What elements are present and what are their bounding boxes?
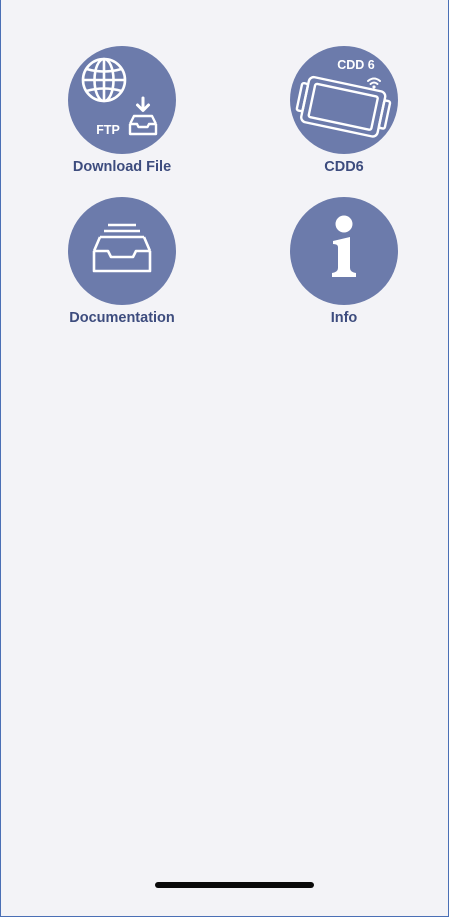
info-tile[interactable]: Info bbox=[274, 197, 414, 326]
documentation-tile[interactable]: Documentation bbox=[52, 197, 192, 326]
documentation-label: Documentation bbox=[69, 310, 175, 326]
info-label: Info bbox=[330, 310, 358, 326]
ftp-text: FTP bbox=[96, 123, 120, 137]
download-file-label: Download File bbox=[72, 159, 172, 175]
cdd6-label: CDD6 bbox=[324, 159, 364, 175]
cdd6-tile[interactable]: CDD 6 CDD6 bbox=[274, 46, 414, 175]
cdd6-icon-text: CDD 6 bbox=[337, 58, 375, 72]
cdd6-device-icon: CDD 6 bbox=[295, 58, 392, 138]
info-icon bbox=[332, 215, 356, 277]
home-indicator[interactable] bbox=[155, 882, 314, 888]
download-file-button[interactable]: FTP bbox=[68, 46, 176, 154]
app-screen: FTP Download File CDD 6 CDD6 Documentati… bbox=[0, 0, 449, 917]
cdd6-button[interactable]: CDD 6 bbox=[290, 46, 398, 154]
info-button[interactable] bbox=[290, 197, 398, 305]
document-tray-icon bbox=[92, 223, 152, 273]
download-file-tile[interactable]: FTP Download File bbox=[52, 46, 192, 175]
documentation-button[interactable] bbox=[68, 197, 176, 305]
globe-download-icon: FTP bbox=[81, 57, 158, 137]
